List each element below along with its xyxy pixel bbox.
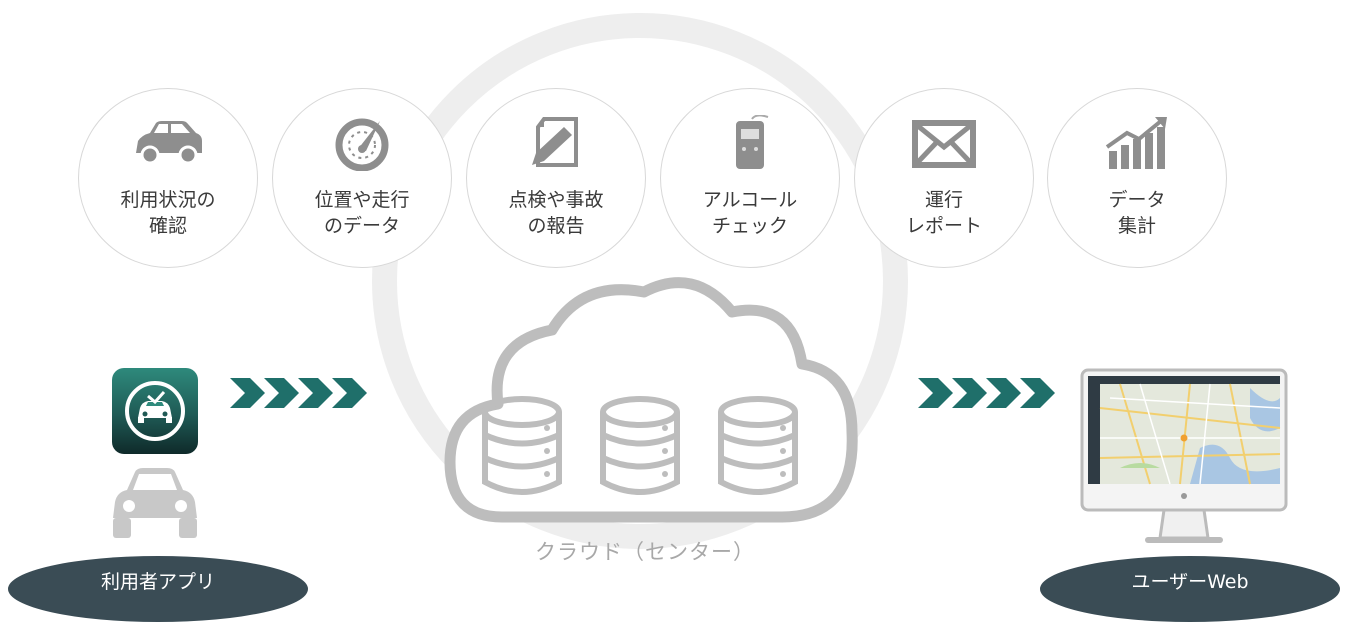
app-icon	[112, 368, 198, 454]
car-icon	[113, 468, 197, 538]
growth-chart-icon	[1105, 117, 1167, 169]
monitor-map-icon	[1080, 368, 1288, 543]
user-app-label: 利用者アプリ	[8, 556, 308, 622]
feature-inspection-accident-report: 点検や事故 の報告	[466, 88, 646, 268]
breathalyzer-icon	[736, 115, 769, 169]
cloud-caption: クラウド（センター）	[535, 540, 755, 564]
feature-usage-status: 利用状況の 確認	[78, 88, 258, 268]
cloud-database-icon	[444, 277, 858, 523]
feature-label: 利用状況の 確認	[120, 189, 216, 237]
flow-arrows-icon	[230, 378, 367, 408]
feature-label: 運行 レポート	[905, 189, 982, 237]
flow-arrows-icon	[918, 378, 1055, 408]
speedometer-icon	[335, 118, 389, 171]
feature-label: 点検や事故 の報告	[508, 189, 604, 237]
mail-icon	[912, 120, 976, 168]
feature-label: 位置や走行 のデータ	[314, 189, 410, 237]
feature-alcohol-check: アルコール チェック	[660, 88, 840, 268]
feature-label: データ 集計	[1108, 189, 1166, 237]
feature-label: アルコール チェック	[702, 189, 798, 237]
edit-report-icon	[532, 117, 578, 167]
car-icon	[136, 121, 202, 165]
feature-location-driving-data: 位置や走行 のデータ	[272, 88, 452, 268]
feature-data-aggregation: データ 集計	[1047, 88, 1227, 268]
feature-driving-report: 運行 レポート	[854, 88, 1034, 268]
user-web-label: ユーザーWeb	[1040, 556, 1340, 622]
app-car-icon	[125, 381, 185, 441]
